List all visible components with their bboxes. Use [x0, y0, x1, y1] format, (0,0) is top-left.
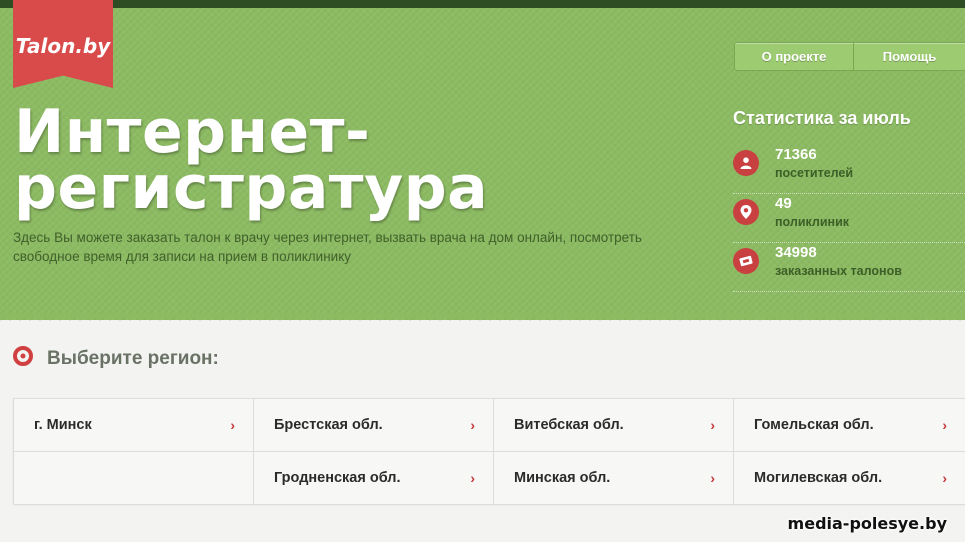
- stat-label: поликлиник: [775, 215, 850, 229]
- chevron-right-icon: ›: [230, 417, 235, 433]
- region-label: Гомельская обл.: [754, 417, 874, 433]
- region-grid: г. Минск › Брестская обл. › Витебская об…: [13, 398, 965, 505]
- stat-clinics: 49 поликлиник: [733, 195, 965, 243]
- region-empty-cell: [14, 452, 254, 505]
- top-bar: [0, 0, 965, 8]
- region-vitebsk[interactable]: Витебская обл. ›: [494, 399, 734, 452]
- region-label: Гродненская обл.: [274, 470, 401, 486]
- target-icon: [13, 346, 33, 371]
- page-title-line1: Интернет-: [14, 97, 371, 167]
- region-label: Брестская обл.: [274, 417, 383, 433]
- region-mogilev[interactable]: Могилевская обл. ›: [734, 452, 965, 505]
- page-title-line2: регистратура: [14, 153, 489, 223]
- region-grodno[interactable]: Гродненская обл. ›: [254, 452, 494, 505]
- region-label: г. Минск: [34, 417, 92, 433]
- stats-title: Статистика за июль: [733, 108, 911, 128]
- stat-divider: [733, 193, 965, 194]
- stat-visitors: 71366 посетителей: [733, 146, 965, 194]
- region-label: Минская обл.: [514, 470, 611, 486]
- chevron-right-icon: ›: [470, 417, 475, 433]
- stat-divider: [733, 242, 965, 243]
- page-subtitle-line1: Здесь Вы можете заказать талон к врачу ч…: [13, 230, 642, 245]
- region-minsk-city[interactable]: г. Минск ›: [14, 399, 254, 452]
- person-icon: [733, 150, 759, 176]
- logo[interactable]: Talon.by: [13, 0, 113, 88]
- stat-label: посетителей: [775, 166, 854, 180]
- about-button[interactable]: О проекте: [734, 42, 854, 71]
- watermark: media-polesye.by: [787, 514, 947, 533]
- chevron-right-icon: ›: [942, 417, 947, 433]
- top-nav: О проекте Помощь: [734, 42, 965, 71]
- stat-label: заказанных талонов: [775, 264, 902, 278]
- ticket-icon: [733, 248, 759, 274]
- chevron-right-icon: ›: [710, 417, 715, 433]
- stat-value: 71366: [775, 146, 817, 163]
- chevron-right-icon: ›: [942, 470, 947, 486]
- chevron-right-icon: ›: [470, 470, 475, 486]
- page-subtitle-line2: свободное время для записи на прием в по…: [13, 249, 352, 264]
- stat-value: 34998: [775, 244, 817, 261]
- page-subtitle: Здесь Вы можете заказать талон к врачу ч…: [13, 228, 703, 266]
- logo-text: Talon.by: [15, 34, 111, 58]
- chevron-right-icon: ›: [710, 470, 715, 486]
- stat-tickets: 34998 заказанных талонов: [733, 244, 965, 292]
- hero-zigzag-edge: [0, 314, 965, 324]
- region-brest[interactable]: Брестская обл. ›: [254, 399, 494, 452]
- location-pin-icon: [733, 199, 759, 225]
- stat-divider: [733, 291, 965, 292]
- stat-value: 49: [775, 195, 792, 212]
- region-label: Могилевская обл.: [754, 470, 883, 486]
- region-title: Выберите регион:: [47, 347, 219, 369]
- region-header: Выберите регион:: [13, 346, 219, 371]
- help-button[interactable]: Помощь: [854, 42, 965, 71]
- page-title: Интернет- регистратура: [14, 97, 674, 223]
- region-minsk-oblast[interactable]: Минская обл. ›: [494, 452, 734, 505]
- region-gomel[interactable]: Гомельская обл. ›: [734, 399, 965, 452]
- region-label: Витебская обл.: [514, 417, 624, 433]
